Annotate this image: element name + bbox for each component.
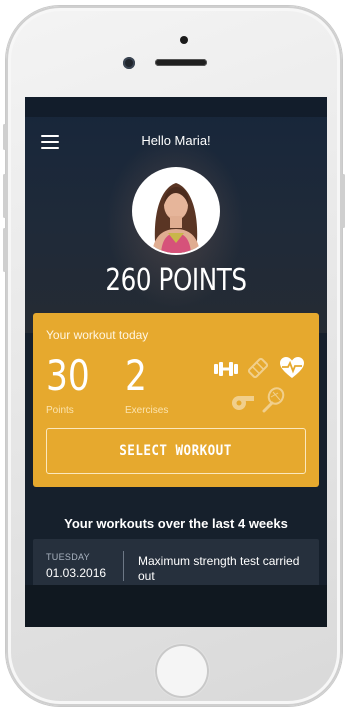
power-button xyxy=(342,174,345,228)
mute-switch xyxy=(3,124,6,150)
workout-history-item[interactable]: TUESDAY 01.03.2016 Maximum strength test… xyxy=(33,539,319,587)
earpiece-speaker xyxy=(155,59,207,66)
dumbbell-icon xyxy=(214,362,238,376)
exercises-value: 2 xyxy=(125,351,147,400)
front-camera xyxy=(123,57,135,69)
select-workout-button[interactable]: SELECT WORKOUT xyxy=(46,428,306,474)
workout-day: TUESDAY xyxy=(46,552,90,562)
history-heading: Your workouts over the last 4 weeks xyxy=(64,516,288,531)
bottom-shade xyxy=(25,585,327,627)
greeting-text: Hello Maria! xyxy=(141,133,211,148)
card-title: Your workout today xyxy=(46,328,149,342)
avatar[interactable] xyxy=(134,169,218,253)
home-button[interactable] xyxy=(155,644,209,698)
exercises-label: Exercises xyxy=(125,405,169,416)
volume-down-button xyxy=(3,228,6,272)
profile-photo xyxy=(134,169,218,253)
status-bar xyxy=(25,97,327,117)
points-value: 30 xyxy=(46,351,90,400)
sensor-dot xyxy=(180,36,188,44)
workout-description: Maximum strength test carried out xyxy=(138,554,300,583)
workout-today-card: Your workout today 30 Points 2 Exercises xyxy=(33,313,319,487)
points-label: Points xyxy=(46,405,74,416)
whistle-icon xyxy=(232,396,254,410)
row-divider xyxy=(123,551,124,581)
app-screen: Hello Maria! 260 POINTS Your workout tod… xyxy=(25,97,327,627)
volume-up-button xyxy=(3,174,6,218)
select-workout-label: SELECT WORKOUT xyxy=(119,443,233,459)
total-points: 260 POINTS xyxy=(105,263,247,298)
workout-date: 01.03.2016 xyxy=(46,566,107,580)
heart-rate-icon xyxy=(280,357,304,378)
yoga-mat-icon xyxy=(247,357,269,379)
tennis-racket-icon xyxy=(262,387,285,413)
